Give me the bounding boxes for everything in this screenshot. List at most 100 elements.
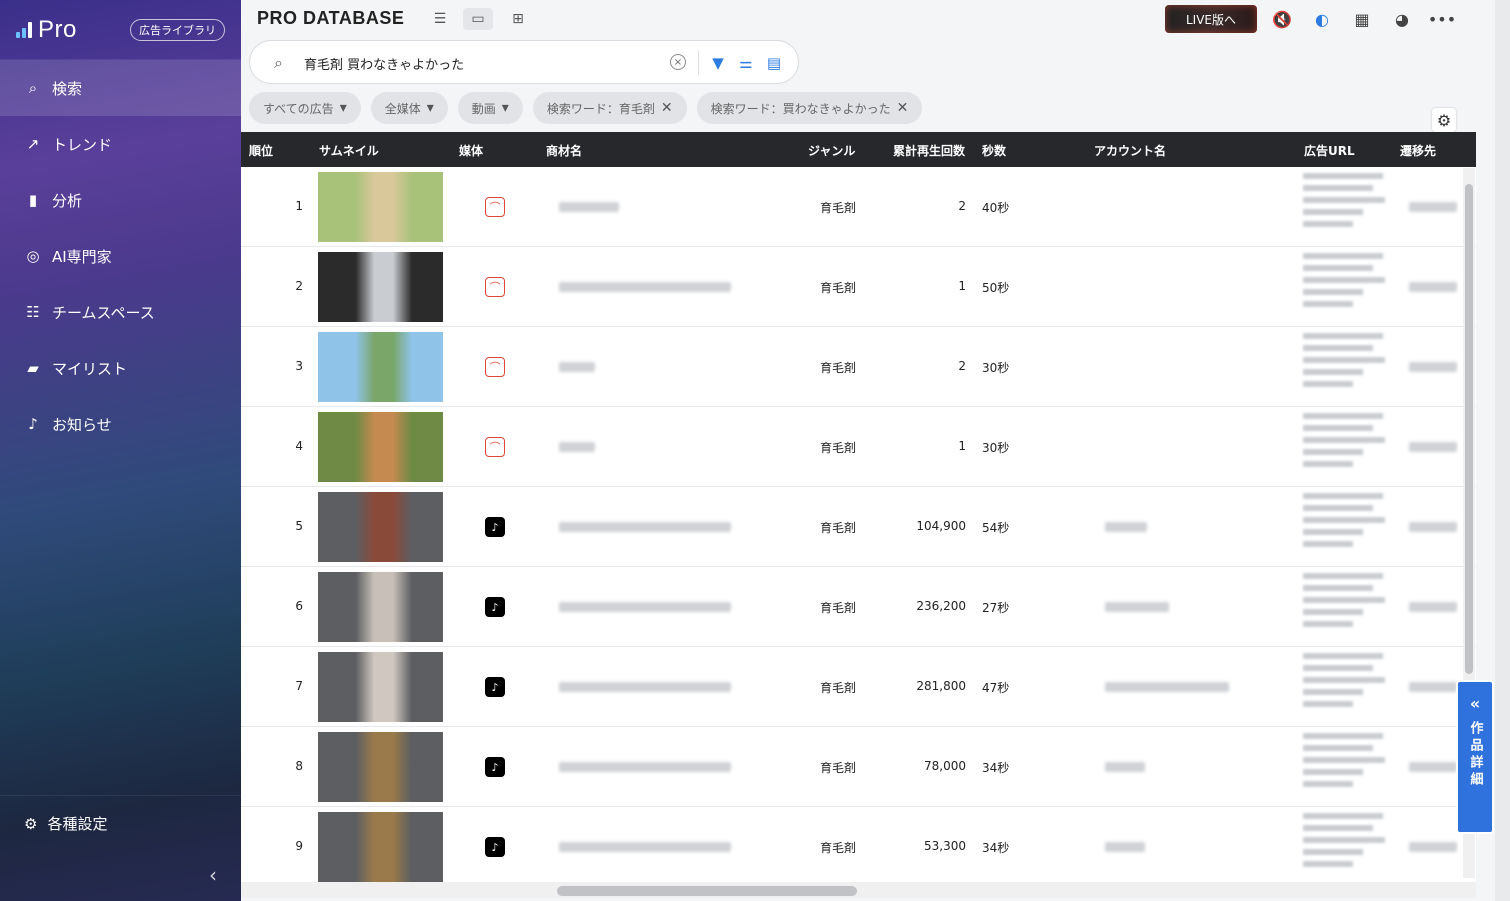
filter-chip[interactable]: すべての広告 ▾ — [249, 92, 361, 124]
table-row[interactable]: 4 ⌒ 育毛剤 1 30秒 — [241, 407, 1476, 487]
remove-chip-icon[interactable]: ✕ — [661, 100, 673, 116]
views-cell: 78,000 — [924, 759, 966, 773]
horizontal-scrollbar[interactable] — [241, 882, 1476, 898]
views-cell: 1 — [958, 439, 966, 453]
remove-chip-icon[interactable]: ✕ — [897, 100, 909, 116]
seconds-cell: 30秒 — [982, 361, 1010, 375]
table-settings-icon[interactable]: ⚙ — [1432, 108, 1456, 132]
detail-view-button[interactable]: ▭ — [463, 8, 493, 30]
adjust-icon[interactable]: ⚌ — [736, 53, 756, 73]
ad-url-redacted[interactable] — [1303, 413, 1385, 473]
clear-search-icon[interactable]: × — [670, 54, 686, 70]
ad-url-redacted[interactable] — [1303, 733, 1385, 793]
collapse-sidebar-button[interactable]: ‹ — [209, 863, 217, 887]
ad-url-redacted[interactable] — [1303, 653, 1385, 713]
column-header[interactable]: 遷移先 — [1400, 142, 1436, 159]
destination-redacted[interactable] — [1409, 602, 1457, 612]
column-header[interactable]: 秒数 — [982, 142, 1006, 159]
column-header[interactable]: 累計再生回数 — [893, 142, 965, 159]
sidebar-item-settings[interactable]: ⚙ 各種設定 — [0, 795, 241, 851]
topbar: PRO DATABASE ☰ ▭ ⊞ LIVE版へ 🔇 ◐ ▦ ◕ ••• — [241, 0, 1510, 38]
library-badge[interactable]: 広告ライブラリ — [130, 18, 225, 41]
sidebar-item-4[interactable]: ☷ チームスペース — [0, 284, 241, 340]
more-icon[interactable]: ••• — [1428, 8, 1456, 30]
search-input[interactable] — [304, 52, 664, 74]
mute-icon[interactable]: 🔇 — [1271, 8, 1293, 30]
table-row[interactable]: 1 ⌒ 育毛剤 2 40秒 — [241, 167, 1476, 247]
destination-redacted[interactable] — [1409, 202, 1457, 212]
column-header[interactable]: 媒体 — [459, 142, 483, 159]
filter-chip[interactable]: 動画 ▾ — [457, 92, 523, 124]
sidebar-header: Pro 広告ライブラリ — [0, 0, 241, 60]
table-row[interactable]: 2 ⌒ 育毛剤 1 50秒 — [241, 247, 1476, 327]
column-header[interactable]: サムネイル — [319, 142, 379, 159]
filter-chips: すべての広告 ▾ 全媒体 ▾ 動画 ▾ 検索ワード：育毛剤 ✕ 検索ワード：買わなきゃよかった ✕ — [249, 92, 923, 124]
column-header[interactable]: ジャンル — [808, 142, 855, 159]
theme-toggle-icon[interactable]: ◐ — [1311, 8, 1333, 30]
page-scrollbar[interactable] — [1495, 0, 1510, 901]
seconds-cell: 34秒 — [982, 841, 1010, 855]
table-row[interactable]: 9 ♪ 育毛剤 53,300 34秒 — [241, 807, 1476, 882]
add-folder-icon[interactable]: ▤ — [764, 53, 784, 73]
destination-redacted[interactable] — [1409, 362, 1457, 372]
views-cell: 236,200 — [916, 599, 966, 613]
bell-icon: ♪ — [28, 415, 38, 433]
views-cell: 53,300 — [924, 839, 966, 853]
destination-redacted[interactable] — [1409, 762, 1457, 772]
destination-redacted[interactable] — [1409, 282, 1457, 292]
logo-icon — [16, 21, 32, 38]
column-header[interactable]: 広告URL — [1304, 142, 1355, 159]
list-view-button[interactable]: ☰ — [425, 8, 455, 30]
column-header[interactable]: 順位 — [249, 142, 273, 159]
seconds-cell: 27秒 — [982, 601, 1010, 615]
ad-url-redacted[interactable] — [1303, 813, 1385, 873]
team-icon: ☷ — [26, 303, 40, 321]
table-row[interactable]: 5 ♪ 育毛剤 104,900 54秒 — [241, 487, 1476, 567]
filter-chip-label: すべての広告 — [263, 101, 334, 116]
views-cell: 281,800 — [916, 679, 966, 693]
calendar-icon[interactable]: ▦ — [1351, 8, 1373, 30]
sidebar-item-2[interactable]: ▮ 分析 — [0, 172, 241, 228]
search-icon: ⌕ — [274, 53, 283, 72]
sidebar-item-label: トレンド — [52, 135, 113, 154]
filter-icon[interactable]: ▼ — [708, 53, 728, 73]
ad-url-redacted[interactable] — [1303, 493, 1385, 553]
destination-redacted[interactable] — [1409, 442, 1457, 452]
views-cell: 2 — [958, 199, 966, 213]
sidebar-item-label: マイリスト — [52, 359, 128, 378]
destination-redacted[interactable] — [1409, 682, 1457, 692]
sidebar-item-0[interactable]: ⌕ 検索 — [0, 60, 241, 116]
column-header[interactable]: アカウント名 — [1094, 142, 1166, 159]
detail-list-icon: ▭ — [471, 11, 485, 27]
table-row[interactable]: 8 ♪ 育毛剤 78,000 34秒 — [241, 727, 1476, 807]
table-row[interactable]: 7 ♪ 育毛剤 281,800 47秒 — [241, 647, 1476, 727]
filter-chip[interactable]: 全媒体 ▾ — [370, 92, 448, 124]
table-row[interactable]: 3 ⌒ 育毛剤 2 30秒 — [241, 327, 1476, 407]
detail-panel-tab[interactable]: « 作品詳細 — [1456, 680, 1494, 834]
ad-url-redacted[interactable] — [1303, 573, 1385, 633]
ad-url-redacted[interactable] — [1303, 253, 1385, 313]
horizontal-scroll-thumb[interactable] — [557, 886, 857, 896]
grid-view-button[interactable]: ⊞ — [503, 8, 533, 30]
sidebar-item-5[interactable]: ▰ マイリスト — [0, 340, 241, 396]
gear-icon: ⚙ — [24, 814, 38, 833]
bookmark-icon: ▰ — [27, 359, 39, 377]
account-name-redacted — [1105, 842, 1145, 852]
destination-redacted[interactable] — [1409, 522, 1457, 532]
filter-chip-label: 全媒体 — [384, 101, 421, 116]
sidebar-item-1[interactable]: ↗ トレンド — [0, 116, 241, 172]
table-row[interactable]: 6 ♪ 育毛剤 236,200 27秒 — [241, 567, 1476, 647]
views-cell: 2 — [958, 359, 966, 373]
live-version-button[interactable]: LIVE版へ — [1165, 5, 1257, 33]
sidebar-item-6[interactable]: ♪ お知らせ — [0, 396, 241, 452]
destination-redacted[interactable] — [1409, 842, 1457, 852]
filter-chip[interactable]: 検索ワード：買わなきゃよかった ✕ — [696, 92, 923, 124]
vertical-scroll-thumb[interactable] — [1465, 184, 1473, 674]
filter-chip[interactable]: 検索ワード：育毛剤 ✕ — [532, 92, 687, 124]
seconds-cell: 54秒 — [982, 521, 1010, 535]
sidebar-item-3[interactable]: ◎ AI専門家 — [0, 228, 241, 284]
ad-url-redacted[interactable] — [1303, 173, 1385, 233]
column-header[interactable]: 商材名 — [546, 142, 582, 159]
history-icon[interactable]: ◕ — [1391, 8, 1413, 30]
ad-url-redacted[interactable] — [1303, 333, 1385, 393]
